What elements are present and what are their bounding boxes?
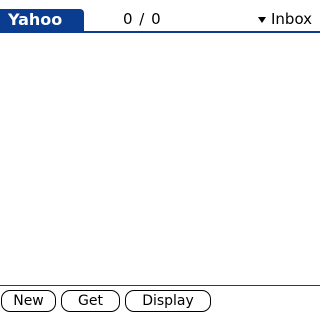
folder-label: Inbox <box>271 10 313 28</box>
new-button[interactable]: New <box>1 290 56 312</box>
folder-picker[interactable]: Inbox <box>258 10 312 28</box>
dropdown-triangle-icon <box>258 16 266 23</box>
title-bar: Yahoo 0 / 0 Inbox <box>0 0 320 34</box>
mail-app-screen: Yahoo 0 / 0 Inbox New Get Display <box>0 0 320 318</box>
app-title[interactable]: Yahoo <box>0 9 84 31</box>
message-count: 0 / 0 <box>123 10 162 28</box>
get-button[interactable]: Get <box>61 290 120 312</box>
message-list[interactable] <box>0 36 320 284</box>
display-button[interactable]: Display <box>125 290 211 312</box>
list-bottom-divider <box>0 285 320 286</box>
title-divider <box>0 31 320 33</box>
